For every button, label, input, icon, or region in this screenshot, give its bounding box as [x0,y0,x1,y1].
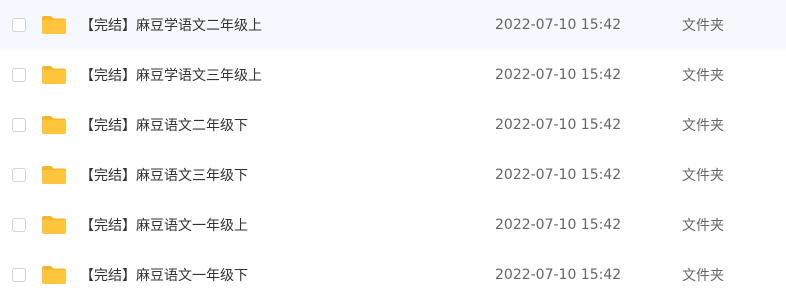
file-row[interactable]: 【完结】麻豆学语文三年级上 2022-07-10 15:42 文件夹 [0,50,786,100]
row-checkbox[interactable] [12,18,26,32]
file-name[interactable]: 【完结】麻豆语文二年级下 [80,115,248,135]
file-name[interactable]: 【完结】麻豆语文三年级下 [80,165,248,185]
file-type: 文件夹 [682,218,724,234]
row-checkbox[interactable] [12,168,26,182]
file-type: 文件夹 [682,168,724,184]
modified-date: 2022-07-10 15:42 [495,117,622,133]
file-type: 文件夹 [682,268,724,284]
modified-date: 2022-07-10 15:42 [495,267,622,283]
folder-icon [42,266,66,284]
file-type: 文件夹 [682,68,724,84]
folder-icon [42,166,66,184]
file-name[interactable]: 【完结】麻豆语文一年级上 [80,215,248,235]
file-list: 【完结】麻豆学语文二年级上 2022-07-10 15:42 文件夹 【完结】麻… [0,0,786,298]
file-type: 文件夹 [682,18,724,34]
row-checkbox[interactable] [12,268,26,282]
row-checkbox[interactable] [12,68,26,82]
file-row[interactable]: 【完结】麻豆语文二年级下 2022-07-10 15:42 文件夹 [0,100,786,150]
file-name[interactable]: 【完结】麻豆学语文二年级上 [80,15,262,35]
file-row[interactable]: 【完结】麻豆语文一年级上 2022-07-10 15:42 文件夹 [0,200,786,250]
folder-icon [42,216,66,234]
folder-icon [42,66,66,84]
modified-date: 2022-07-10 15:42 [495,67,622,83]
file-row[interactable]: 【完结】麻豆语文一年级下 2022-07-10 15:42 文件夹 [0,250,786,300]
modified-date: 2022-07-10 15:42 [495,17,622,33]
file-type: 文件夹 [682,118,724,134]
folder-icon [42,16,66,34]
modified-date: 2022-07-10 15:42 [495,217,622,233]
file-row[interactable]: 【完结】麻豆学语文二年级上 2022-07-10 15:42 文件夹 [0,0,786,50]
folder-icon [42,116,66,134]
row-checkbox[interactable] [12,118,26,132]
file-name[interactable]: 【完结】麻豆语文一年级下 [80,265,248,285]
row-checkbox[interactable] [12,218,26,232]
file-row[interactable]: 【完结】麻豆语文三年级下 2022-07-10 15:42 文件夹 [0,150,786,200]
modified-date: 2022-07-10 15:42 [495,167,622,183]
file-name[interactable]: 【完结】麻豆学语文三年级上 [80,65,262,85]
